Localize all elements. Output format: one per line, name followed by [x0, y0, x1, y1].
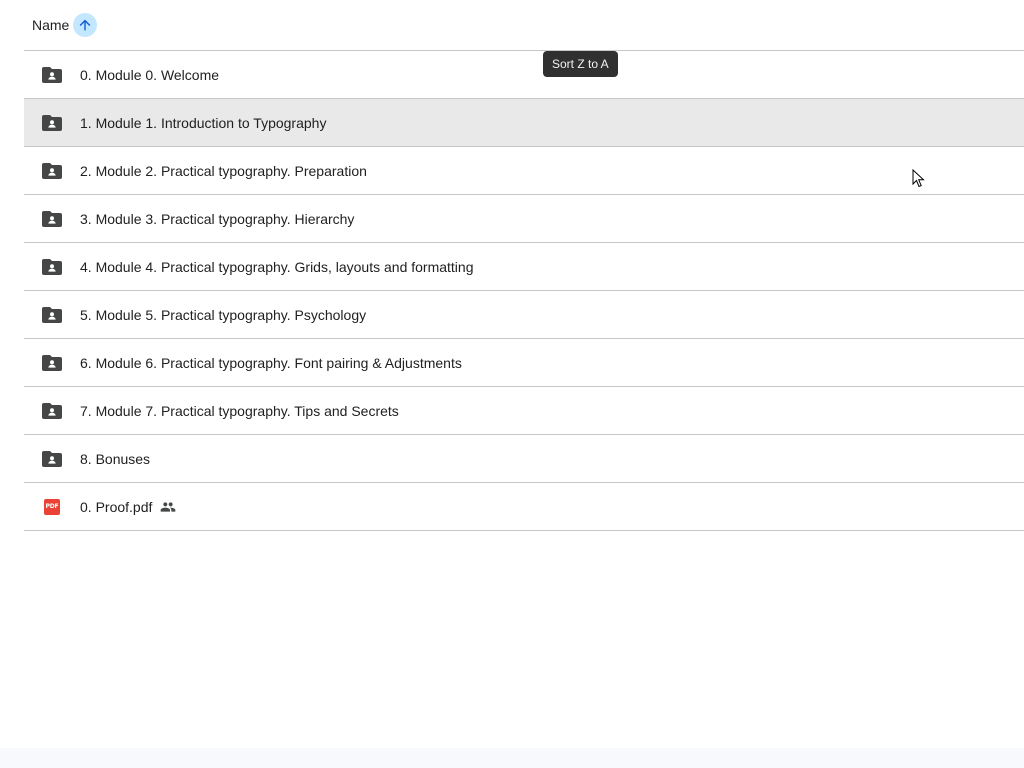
folder-row[interactable]: 5. Module 5. Practical typography. Psych… — [24, 291, 1024, 339]
folder-row[interactable]: 3. Module 3. Practical typography. Hiera… — [24, 195, 1024, 243]
folder-row[interactable]: 6. Module 6. Practical typography. Font … — [24, 339, 1024, 387]
folder-row[interactable]: 7. Module 7. Practical typography. Tips … — [24, 387, 1024, 435]
file-name: 0. Proof.pdf — [80, 498, 153, 515]
file-list-panel: Name 0. Module 0. Welcome 1. Module 1. In… — [0, 0, 1024, 748]
shared-folder-icon — [40, 207, 64, 231]
file-row[interactable]: PDF 0. Proof.pdf — [24, 483, 1024, 531]
sort-direction-button[interactable] — [73, 13, 98, 37]
pdf-icon: PDF — [40, 495, 64, 519]
folder-row[interactable]: 2. Module 2. Practical typography. Prepa… — [24, 147, 1024, 195]
shared-folder-icon — [40, 255, 64, 279]
shared-folder-icon — [40, 303, 64, 327]
file-name: 3. Module 3. Practical typography. Hiera… — [80, 210, 355, 227]
column-header: Name — [24, 0, 1024, 51]
folder-row[interactable]: 1. Module 1. Introduction to Typography — [24, 99, 1024, 147]
shared-folder-icon — [40, 351, 64, 375]
name-column-header[interactable]: Name — [32, 17, 69, 33]
folder-row[interactable]: 4. Module 4. Practical typography. Grids… — [24, 243, 1024, 291]
file-name: 0. Module 0. Welcome — [80, 66, 220, 83]
file-name: 6. Module 6. Practical typography. Font … — [80, 354, 462, 371]
folder-row[interactable]: 0. Module 0. Welcome — [24, 51, 1024, 99]
shared-folder-icon — [40, 63, 64, 87]
tooltip-text: Sort Z to A — [552, 57, 609, 71]
shared-folder-icon — [40, 447, 64, 471]
pdf-badge: PDF — [44, 498, 60, 515]
file-name: 7. Module 7. Practical typography. Tips … — [80, 402, 399, 419]
file-rows: 0. Module 0. Welcome 1. Module 1. Introdu… — [24, 51, 1024, 531]
file-name: 2. Module 2. Practical typography. Prepa… — [80, 162, 367, 179]
file-name: 4. Module 4. Practical typography. Grids… — [80, 258, 474, 275]
folder-row[interactable]: 8. Bonuses — [24, 435, 1024, 483]
file-name: 1. Module 1. Introduction to Typography — [80, 114, 327, 131]
sort-tooltip: Sort Z to A — [543, 51, 618, 77]
shared-folder-icon — [40, 111, 64, 135]
file-name: 5. Module 5. Practical typography. Psych… — [80, 306, 367, 323]
arrow-upward-icon — [80, 19, 91, 31]
mouse-cursor-icon — [912, 169, 925, 188]
file-name: 8. Bonuses — [80, 450, 151, 467]
shared-folder-icon — [40, 399, 64, 423]
shared-folder-icon — [40, 159, 64, 183]
people-icon — [160, 498, 178, 516]
